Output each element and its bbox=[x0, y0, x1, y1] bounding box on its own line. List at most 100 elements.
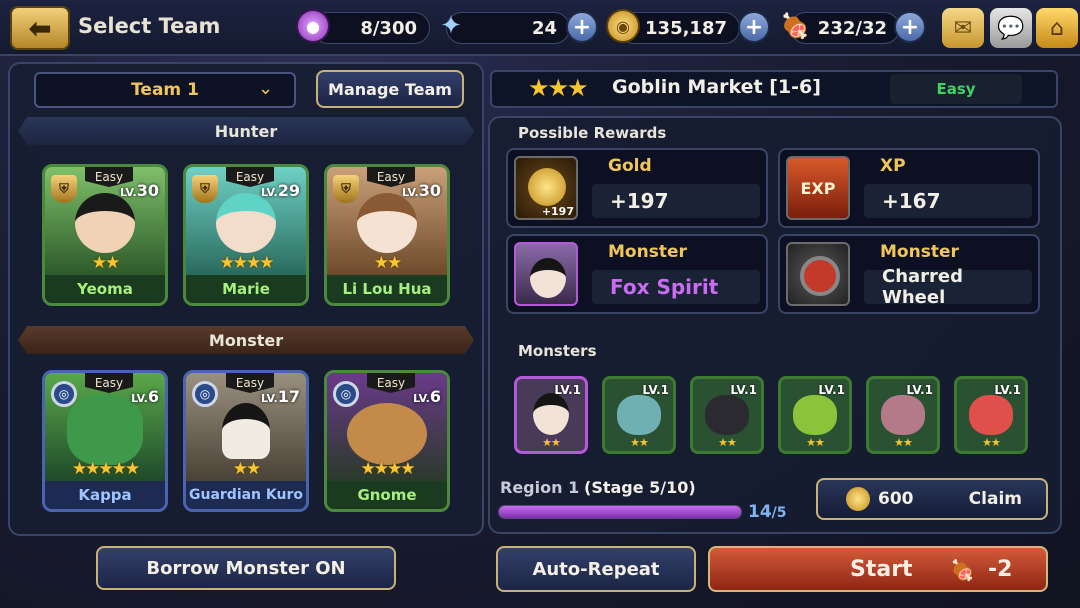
monster-card-gnome[interactable]: ◎ Easy LV.6 ★★★★ Gnome bbox=[324, 370, 450, 512]
claim-amount-group: 600 bbox=[846, 487, 914, 511]
manage-team-button[interactable]: Manage Team bbox=[316, 70, 464, 108]
monster-level: LV.1 bbox=[554, 383, 581, 397]
enemy-monster-6[interactable]: LV.1 ★★ bbox=[954, 376, 1028, 454]
hunter-name: Li Lou Hua bbox=[327, 275, 447, 303]
level-value: 29 bbox=[277, 181, 300, 200]
monster-type-icon: ◎ bbox=[333, 381, 359, 407]
team-dropdown-value: Team 1 bbox=[131, 80, 199, 100]
reward-monster-charred-wheel[interactable]: Monster Charred Wheel bbox=[778, 234, 1040, 314]
gold-coin-icon: ◉ bbox=[606, 9, 640, 43]
monster-stars: ★★ bbox=[806, 436, 825, 449]
enemy-monster-1[interactable]: LV.1 ★★ bbox=[514, 376, 588, 454]
monster-face bbox=[533, 393, 569, 435]
level-value: 6 bbox=[147, 387, 159, 406]
hunter-section-header: Hunter bbox=[18, 117, 474, 145]
gold-value: 135,187 bbox=[645, 17, 727, 39]
reward-label: Monster bbox=[880, 242, 959, 262]
enemy-monster-3[interactable]: LV.1 ★★ bbox=[690, 376, 764, 454]
reward-monster-fox-spirit[interactable]: Monster Fox Spirit bbox=[506, 234, 768, 314]
back-button[interactable]: ⬅ bbox=[10, 6, 70, 50]
portrait-body bbox=[347, 403, 427, 465]
hunter-card-li-lou-hua[interactable]: ⛨ Easy LV.30 ★★ Li Lou Hua bbox=[324, 164, 450, 306]
start-button[interactable]: Start 🍖 -2 bbox=[708, 546, 1048, 592]
monster-card-kappa[interactable]: ◎ Easy LV.6 ★★★★★ Kappa bbox=[42, 370, 168, 512]
reward-label: Gold bbox=[608, 156, 652, 176]
chat-icon[interactable]: 💬 bbox=[990, 8, 1032, 48]
progress-current: 14 bbox=[748, 502, 772, 522]
team-dropdown[interactable]: Team 1 bbox=[34, 72, 296, 108]
exp-reward-icon: EXP bbox=[786, 156, 850, 220]
enemy-monster-5[interactable]: LV.1 ★★ bbox=[866, 376, 940, 454]
level-label: LV.6 bbox=[413, 387, 441, 406]
reward-value: +197 bbox=[592, 184, 760, 218]
mail-icon[interactable]: ✉ bbox=[942, 8, 984, 48]
hunter-class-icon: ⛨ bbox=[51, 175, 77, 203]
progress-total: /5 bbox=[771, 505, 787, 521]
reward-value: Charred Wheel bbox=[864, 266, 1032, 308]
monster-stars: ★★ bbox=[630, 436, 649, 449]
reward-gold[interactable]: +197 Gold +197 bbox=[506, 148, 768, 228]
monster-stars: ★★ bbox=[982, 436, 1001, 449]
monster-face bbox=[617, 395, 661, 435]
region-label: Region 1 bbox=[500, 478, 580, 497]
gold-reward-caption: +197 bbox=[541, 205, 574, 218]
meat-value: 232/32 bbox=[817, 17, 887, 39]
level-value: 30 bbox=[136, 181, 159, 200]
portrait-face bbox=[216, 193, 276, 253]
energy-potion-icon: ● bbox=[296, 9, 330, 43]
home-icon[interactable]: ⌂ bbox=[1036, 8, 1078, 48]
claim-amount: 600 bbox=[878, 489, 914, 509]
exp-caption: EXP bbox=[800, 178, 836, 198]
enemy-monster-2[interactable]: LV.1 ★★ bbox=[602, 376, 676, 454]
monster-name: Kappa bbox=[45, 481, 165, 509]
reward-value: +167 bbox=[864, 184, 1032, 218]
hunter-card-marie[interactable]: ⛨ Easy LV.29 ★★★★ Marie bbox=[183, 164, 309, 306]
claim-label: Claim bbox=[968, 489, 1022, 509]
level-value: 6 bbox=[429, 387, 441, 406]
gem-value: 24 bbox=[531, 17, 557, 39]
reward-value: Fox Spirit bbox=[592, 270, 760, 304]
possible-rewards-heading: Possible Rewards bbox=[518, 124, 667, 142]
portrait-face bbox=[75, 193, 135, 253]
monster-card-guardian-kuro[interactable]: ◎ Easy LV.17 ★★ Guardian Kuro bbox=[183, 370, 309, 512]
reward-label: XP bbox=[880, 156, 906, 176]
level-label: LV.17 bbox=[260, 387, 300, 406]
portrait-face bbox=[357, 193, 417, 253]
meat-icon: 🍖 bbox=[950, 558, 975, 582]
star-rating: ★★★★ bbox=[360, 459, 416, 479]
add-meat-button[interactable]: + bbox=[894, 11, 926, 43]
add-gems-button[interactable]: + bbox=[566, 11, 598, 43]
star-rating: ★★ bbox=[373, 253, 402, 273]
monster-stars: ★★ bbox=[894, 436, 913, 449]
auto-repeat-button[interactable]: Auto-Repeat bbox=[496, 546, 696, 592]
hunter-name: Marie bbox=[186, 275, 306, 303]
monster-name: Gnome bbox=[327, 481, 447, 509]
reward-label: Monster bbox=[608, 242, 687, 262]
page-title: Select Team bbox=[78, 14, 221, 38]
back-arrow-icon: ⬅ bbox=[28, 11, 52, 45]
start-cost: -2 bbox=[988, 557, 1013, 582]
enemy-monster-4[interactable]: LV.1 ★★ bbox=[778, 376, 852, 454]
reward-xp[interactable]: EXP XP +167 bbox=[778, 148, 1040, 228]
fox-spirit-portrait bbox=[514, 242, 578, 306]
gem-icon: ✦ bbox=[440, 11, 462, 41]
level-value: 17 bbox=[277, 387, 300, 406]
hunter-card-yeoma[interactable]: ⛨ Easy LV.30 ★★ Yeoma bbox=[42, 164, 168, 306]
level-label: LV.6 bbox=[131, 387, 159, 406]
monster-section-header: Monster bbox=[18, 326, 474, 354]
portrait-face bbox=[530, 258, 566, 298]
claim-button[interactable]: 600 Claim bbox=[816, 478, 1048, 520]
level-label: LV.29 bbox=[260, 181, 300, 200]
chevron-down-icon: ⌄ bbox=[258, 78, 274, 99]
borrow-monster-button[interactable]: Borrow Monster ON bbox=[96, 546, 396, 590]
start-label: Start bbox=[850, 557, 913, 582]
monster-type-icon: ◎ bbox=[51, 381, 77, 407]
monster-level: LV.1 bbox=[818, 383, 845, 397]
add-gold-button[interactable]: + bbox=[738, 11, 770, 43]
portrait-body bbox=[222, 403, 270, 459]
stage-title: Goblin Market [1-6] bbox=[612, 76, 821, 98]
stage-difficulty: Easy bbox=[890, 74, 1022, 104]
level-label: LV.30 bbox=[401, 181, 441, 200]
coin-stack bbox=[528, 168, 566, 206]
energy-value: 8/300 bbox=[360, 17, 417, 39]
